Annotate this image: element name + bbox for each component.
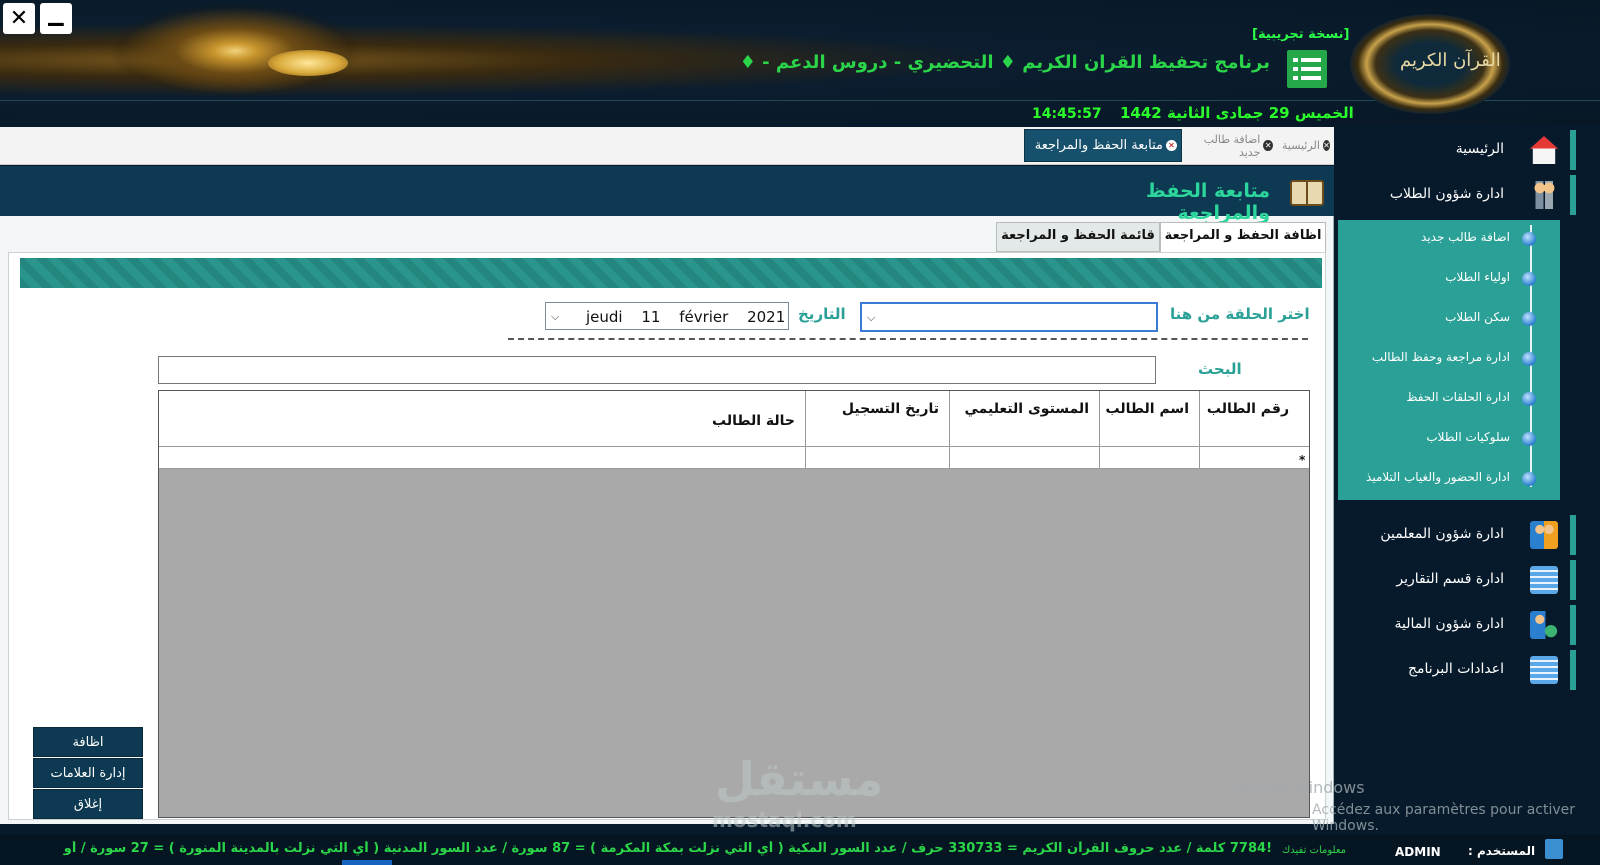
tab-add-student[interactable]: ✕ اضافة طالب جديد (1185, 129, 1277, 162)
close-button[interactable]: إغلاق (33, 789, 143, 819)
sidebar-item-reports[interactable]: ادارة قسم التقارير (1336, 560, 1576, 600)
circle-select-label: اختر الحلقة من هنا (1170, 305, 1310, 323)
close-window-button[interactable]: ✕ (3, 3, 35, 34)
sidebar-item-students[interactable]: ادارة شؤون الطلاب (1336, 175, 1576, 215)
grid-cell[interactable] (1199, 447, 1299, 469)
submenu-item-memorization[interactable]: ادارة مراجعة وحفظ الطالب (1336, 344, 1536, 374)
students-icon (1530, 181, 1558, 209)
user-name: ADMIN (1395, 845, 1441, 859)
bullet-icon (1522, 472, 1536, 486)
taskbar-indicator (342, 860, 392, 865)
gold-ornament-core (268, 50, 348, 76)
bullet-icon (1522, 312, 1536, 326)
user-icon (1545, 839, 1563, 859)
manage-marks-button[interactable]: إدارة العلامات (33, 758, 143, 788)
chevron-down-icon: ⌵ (551, 310, 560, 323)
column-student-status[interactable]: حالة الطالب (159, 391, 805, 447)
activate-windows-title: Activer Windows (1232, 778, 1365, 797)
new-row[interactable]: * (159, 447, 1309, 469)
watermark-site: mostaql.com (712, 808, 857, 832)
grid-cell[interactable] (159, 447, 805, 469)
bullet-icon (1522, 432, 1536, 446)
submenu-item-parents[interactable]: اولياء الطلاب (1336, 264, 1536, 294)
dashed-separator (508, 338, 1308, 340)
submenu-item-circles[interactable]: ادارة الحلقات الحفظ (1336, 384, 1536, 414)
submenu-item-behaviour[interactable]: سلوكيات الطلاب (1336, 424, 1536, 454)
column-student-number[interactable]: رقم الطالب (1199, 391, 1299, 447)
tab-home[interactable]: ✕ الرئيسية (1278, 129, 1334, 162)
column-student-name[interactable]: اسم الطالب (1099, 391, 1199, 447)
bullet-icon (1522, 232, 1536, 246)
tab-memorization-review[interactable]: ✕ متابعة الحفظ والمراجعة (1024, 129, 1182, 162)
grid-header-row: رقم الطالب اسم الطالب المستوى التعليمي ت… (159, 391, 1309, 447)
sidebar-item-finance[interactable]: ادارة شؤون المالية (1336, 605, 1576, 645)
minimize-icon: ▁ (48, 1, 64, 26)
chevron-down-icon: ⌵ (867, 311, 876, 324)
grid-cell[interactable] (1099, 447, 1199, 469)
grid-cell[interactable] (805, 447, 949, 469)
close-icon: ✕ (9, 6, 29, 31)
quran-emblem-logo: القرآن الكريم (1350, 14, 1510, 114)
column-registration-date[interactable]: تاريخ التسجيل (805, 391, 949, 447)
submenu-item-attendance[interactable]: ادارة الحضور والغياب التلاميذ (1336, 464, 1536, 494)
add-button[interactable]: اظافة (33, 727, 143, 757)
grid-cell[interactable] (949, 447, 1099, 469)
trial-version-label: [نسخة تجريبية] (1252, 27, 1350, 42)
bullet-icon (1522, 272, 1536, 286)
circle-select[interactable]: ⌵ (860, 302, 1158, 332)
column-education-level[interactable]: المستوى التعليمي (949, 391, 1099, 447)
bullet-icon (1522, 352, 1536, 366)
date-label: التاريخ (798, 305, 846, 323)
hijri-date: الخميس 29 جمادى الثانية 1442 (1120, 104, 1354, 122)
menu-list-button[interactable] (1287, 50, 1327, 88)
sidebar-item-teachers[interactable]: ادارة شؤون المعلمين (1336, 515, 1576, 555)
finance-icon (1530, 611, 1558, 639)
sidebar-item-settings[interactable]: اعدادات البرنامج (1336, 650, 1576, 690)
settings-icon (1530, 656, 1558, 684)
close-tab-icon[interactable]: ✕ (1263, 140, 1273, 151)
date-picker[interactable]: ⌵ jeudi 11 février 2021 (545, 302, 789, 330)
sidebar-item-home[interactable]: الرئيسية (1336, 130, 1576, 170)
clock: 14:45:57 (1032, 106, 1102, 122)
search-label: البحث (1198, 360, 1242, 378)
search-input[interactable] (158, 356, 1156, 384)
program-title: برنامج تحفيظ القران الكريم ♦ التحضيري - … (739, 52, 1270, 73)
book-icon (1290, 180, 1324, 206)
submenu-item-add-student[interactable]: اضافة طالب جديد (1336, 224, 1536, 254)
page-title: متابعة الحفظ والمراجعة (1145, 180, 1270, 224)
close-tab-icon[interactable]: ✕ (1322, 140, 1330, 151)
info-marquee: !7784 كلمة / عدد حروف القرآن الكريم = 33… (63, 841, 1272, 856)
subtab-add-memorization[interactable]: اظافة الحفظ و المراجعة (1160, 222, 1326, 252)
watermark-logo: مستقل (715, 752, 884, 806)
new-row-marker: * (1299, 453, 1306, 467)
minimize-window-button[interactable]: ▁ (40, 1, 72, 34)
close-tab-icon[interactable]: ✕ (1166, 140, 1177, 151)
home-icon (1530, 136, 1558, 164)
emblem-text: القرآن الكريم (1400, 50, 1501, 71)
decorative-band (20, 258, 1322, 288)
teachers-icon (1530, 521, 1558, 549)
activate-windows-text: Accédez aux paramètres pour activer Wind… (1312, 802, 1576, 834)
reports-icon (1530, 566, 1558, 594)
info-label: معلومات تفيدك (1282, 845, 1347, 856)
bullet-icon (1522, 392, 1536, 406)
submenu-item-housing[interactable]: سكن الطلاب (1336, 304, 1536, 334)
header-divider (0, 100, 1600, 101)
subtab-memorization-list[interactable]: قائمة الحفظ و المراجعة (996, 222, 1160, 252)
user-label: المستخدم : (1468, 844, 1536, 858)
